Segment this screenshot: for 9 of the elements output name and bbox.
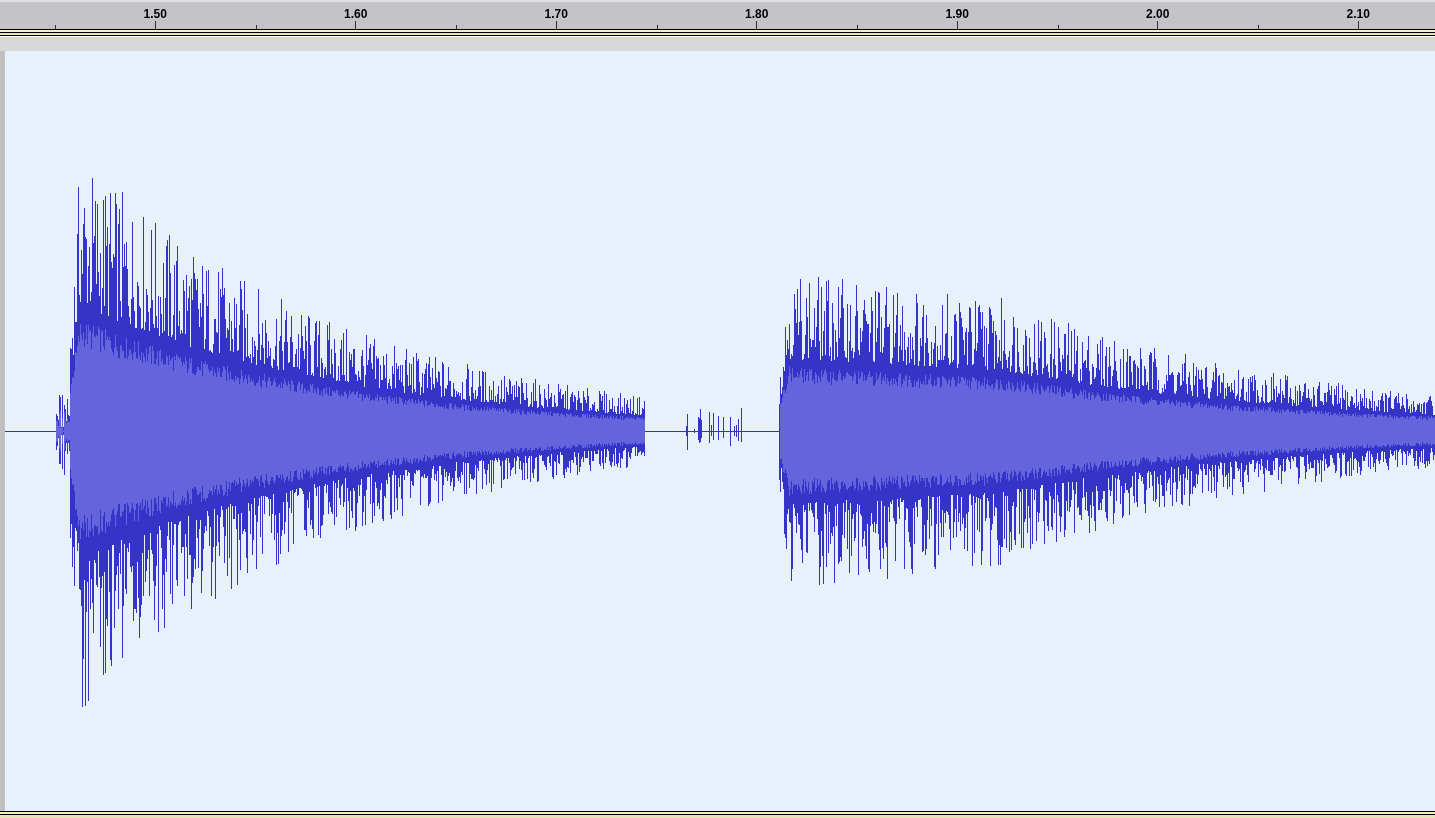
- time-label: 1.50: [143, 7, 167, 21]
- time-label: 2.00: [1146, 7, 1170, 21]
- time-label: 1.90: [945, 7, 969, 21]
- audio-track[interactable]: [0, 51, 1435, 811]
- time-label: 1.80: [745, 7, 769, 21]
- time-label: 1.60: [344, 7, 368, 21]
- time-ruler[interactable]: 1.50 1.60 1.70 1.80 1.90 2.00 2.10: [0, 0, 1435, 29]
- time-label: 2.10: [1346, 7, 1370, 21]
- time-label: 1.70: [544, 7, 568, 21]
